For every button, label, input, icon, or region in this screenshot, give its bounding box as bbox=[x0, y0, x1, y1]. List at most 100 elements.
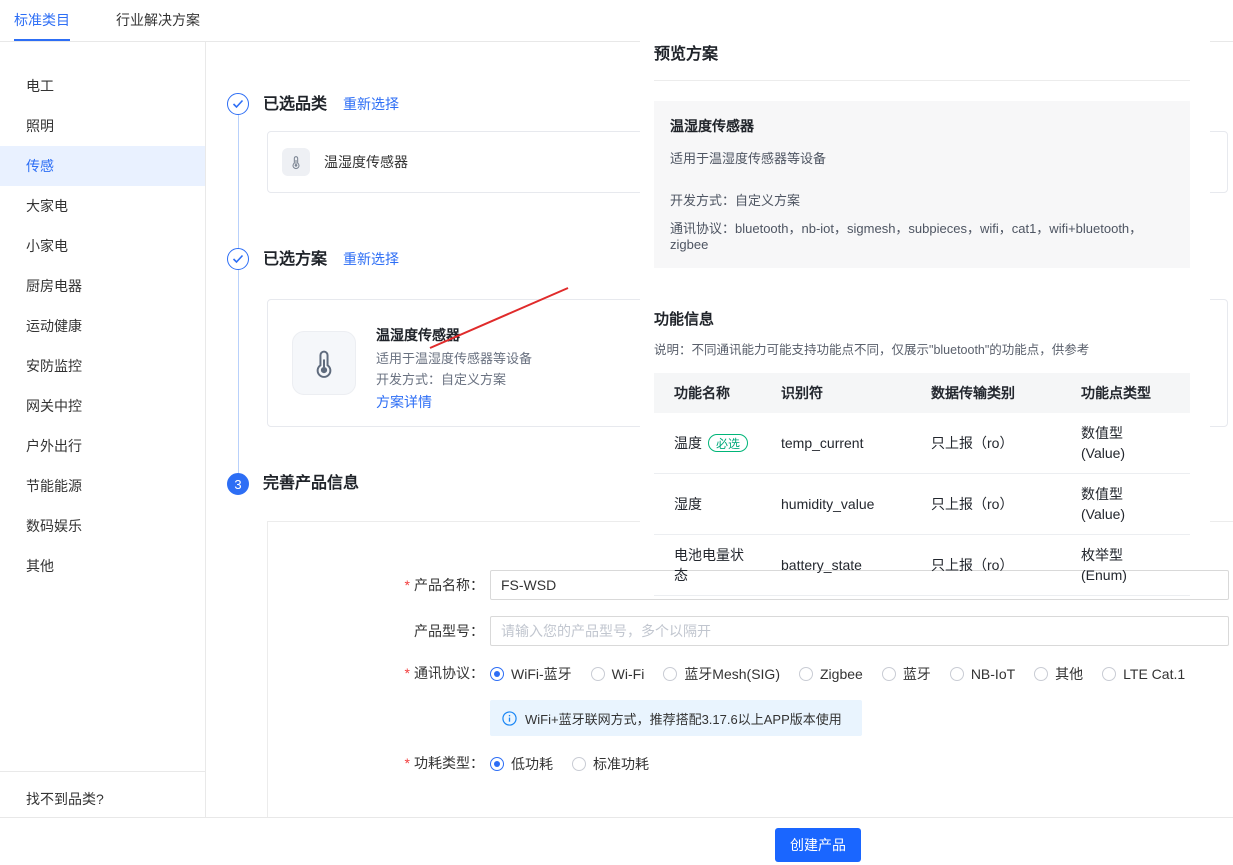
thermometer-icon bbox=[292, 331, 356, 395]
dp-name: 温度 bbox=[674, 433, 702, 453]
product-model-row: 产品型号： bbox=[268, 616, 1233, 646]
sidebar-item-sport-health[interactable]: 运动健康 bbox=[0, 306, 205, 346]
selected-category-name: 温湿度传感器 bbox=[324, 152, 408, 172]
dp-type: 枚举型(Enum) bbox=[1081, 545, 1190, 585]
step3-number-circle: 3 bbox=[227, 473, 249, 495]
protocol-radio-group: WiFi-蓝牙 Wi-Fi 蓝牙Mesh(SIG) Zigbee 蓝牙 NB-I… bbox=[490, 664, 1204, 684]
table-header-row: 功能名称 识别符 数据传输类别 功能点类型 bbox=[654, 373, 1190, 413]
sidebar-item-digital-entertainment[interactable]: 数码娱乐 bbox=[0, 506, 205, 546]
radio-dot bbox=[572, 757, 586, 771]
sidebar-item-sensing[interactable]: 传感 bbox=[0, 146, 205, 186]
radio-nbiot[interactable]: NB-IoT bbox=[950, 666, 1015, 682]
required-asterisk: * bbox=[405, 665, 410, 681]
solution-info: 温湿度传感器 适用于温湿度传感器等设备 开发方式：自定义方案 方案详情 bbox=[376, 325, 532, 413]
create-product-button[interactable]: 创建产品 bbox=[775, 828, 861, 862]
radio-dot bbox=[799, 667, 813, 681]
sidebar-item-gateway[interactable]: 网关中控 bbox=[0, 386, 205, 426]
sidebar-item-large-appliance[interactable]: 大家电 bbox=[0, 186, 205, 226]
sidebar-item-small-appliance[interactable]: 小家电 bbox=[0, 226, 205, 266]
sidebar-item-lighting[interactable]: 照明 bbox=[0, 106, 205, 146]
radio-standard-power[interactable]: 标准功耗 bbox=[572, 754, 649, 774]
radio-low-power[interactable]: 低功耗 bbox=[490, 754, 553, 774]
power-type-radio-group: 低功耗 标准功耗 bbox=[490, 754, 668, 774]
radio-dot bbox=[663, 667, 677, 681]
dp-transfer: 只上报（ro） bbox=[931, 494, 1081, 514]
drawer-title: 预览方案 bbox=[654, 0, 1190, 81]
step1-reselect-link[interactable]: 重新选择 bbox=[343, 96, 399, 112]
summary-dev-mode: 开发方式：自定义方案 bbox=[670, 190, 1174, 209]
radio-dot bbox=[490, 757, 504, 771]
check-icon bbox=[232, 96, 244, 112]
stepper-connector-line bbox=[238, 114, 239, 474]
radio-dot bbox=[591, 667, 605, 681]
category-list: 电工 照明 传感 大家电 小家电 厨房电器 运动健康 安防监控 网关中控 户外出… bbox=[0, 66, 205, 586]
table-row: 湿度 humidity_value 只上报（ro） 数值型(Value) bbox=[654, 474, 1190, 535]
function-info-title: 功能信息 bbox=[654, 308, 1190, 329]
step1-done-circle bbox=[227, 93, 249, 115]
dp-identifier: humidity_value bbox=[781, 496, 931, 512]
function-info-note: 说明：不同通讯能力可能支持功能点不同，仅展示"bluetooth"的功能点，供参… bbox=[654, 339, 1190, 358]
info-circle-icon bbox=[502, 711, 517, 726]
col-dp-type: 功能点类型 bbox=[1081, 383, 1190, 403]
radio-zigbee[interactable]: Zigbee bbox=[799, 666, 863, 682]
step2-done-circle bbox=[227, 248, 249, 270]
solution-dev-mode: 开发方式：自定义方案 bbox=[376, 369, 532, 390]
required-asterisk: * bbox=[405, 755, 410, 771]
dp-name: 湿度 bbox=[674, 494, 702, 514]
sidebar-item-outdoor[interactable]: 户外出行 bbox=[0, 426, 205, 466]
solution-desc: 适用于温湿度传感器等设备 bbox=[376, 348, 532, 369]
step3-title: 完善产品信息 bbox=[263, 475, 359, 492]
function-points-table: 功能名称 识别符 数据传输类别 功能点类型 温度必选 temp_current … bbox=[654, 373, 1190, 596]
radio-other[interactable]: 其他 bbox=[1034, 664, 1083, 684]
radio-wifi-bluetooth[interactable]: WiFi-蓝牙 bbox=[490, 664, 572, 684]
tab-industry-solution[interactable]: 行业解决方案 bbox=[116, 0, 200, 41]
table-row: 电池电量状态 battery_state 只上报（ro） 枚举型(Enum) bbox=[654, 535, 1190, 596]
sidebar-item-electrician[interactable]: 电工 bbox=[0, 66, 205, 106]
dp-type: 数值型(Value) bbox=[1081, 423, 1190, 463]
radio-dot bbox=[1034, 667, 1048, 681]
summary-name: 温湿度传感器 bbox=[670, 116, 1174, 136]
tab-standard-category[interactable]: 标准类目 bbox=[14, 0, 70, 41]
step1-header: 已选品类重新选择 bbox=[263, 93, 399, 115]
sidebar-item-security-monitor[interactable]: 安防监控 bbox=[0, 346, 205, 386]
preview-solution-drawer: 预览方案 温湿度传感器 适用于温湿度传感器等设备 开发方式：自定义方案 通讯协议… bbox=[640, 0, 1210, 562]
radio-dot bbox=[490, 667, 504, 681]
bottom-action-bar: 创建产品 bbox=[0, 817, 1233, 865]
col-transfer-type: 数据传输类别 bbox=[931, 383, 1081, 403]
summary-protocols: 通讯协议：bluetooth，nb-iot，sigmesh，subpieces，… bbox=[670, 218, 1174, 252]
power-type-label: *功耗类型： bbox=[268, 753, 484, 773]
solution-name: 温湿度传感器 bbox=[376, 325, 532, 346]
protocol-label: *通讯协议： bbox=[268, 663, 484, 683]
col-identifier: 识别符 bbox=[781, 383, 931, 403]
solution-summary-box: 温湿度传感器 适用于温湿度传感器等设备 开发方式：自定义方案 通讯协议：blue… bbox=[654, 101, 1190, 268]
step3-header: 完善产品信息 bbox=[263, 473, 359, 495]
dp-identifier: temp_current bbox=[781, 435, 931, 451]
power-type-row: *功耗类型： 低功耗 标准功耗 bbox=[268, 752, 1233, 774]
radio-dot bbox=[950, 667, 964, 681]
product-model-label: 产品型号： bbox=[268, 621, 484, 641]
step1-title: 已选品类 bbox=[263, 96, 327, 113]
radio-lte-cat1[interactable]: LTE Cat.1 bbox=[1102, 666, 1185, 682]
sidebar-item-others[interactable]: 其他 bbox=[0, 546, 205, 586]
step3-number: 3 bbox=[234, 478, 241, 491]
radio-bluetooth[interactable]: 蓝牙 bbox=[882, 664, 931, 684]
protocol-tip-text: WiFi+蓝牙联网方式，推荐搭配3.17.6以上APP版本使用 bbox=[525, 709, 842, 728]
required-asterisk: * bbox=[405, 577, 410, 593]
radio-wifi[interactable]: Wi-Fi bbox=[591, 666, 645, 682]
radio-dot bbox=[882, 667, 896, 681]
check-icon bbox=[232, 251, 244, 267]
dp-identifier: battery_state bbox=[781, 557, 931, 573]
dp-name: 电池电量状态 bbox=[674, 545, 752, 585]
radio-bluetooth-mesh-sig[interactable]: 蓝牙Mesh(SIG) bbox=[663, 664, 780, 684]
step2-header: 已选方案重新选择 bbox=[263, 248, 399, 270]
step2-reselect-link[interactable]: 重新选择 bbox=[343, 251, 399, 267]
sidebar-item-energy[interactable]: 节能能源 bbox=[0, 466, 205, 506]
dp-transfer: 只上报（ro） bbox=[931, 555, 1081, 575]
protocol-row: *通讯协议： WiFi-蓝牙 Wi-Fi 蓝牙Mesh(SIG) Zigbee … bbox=[268, 662, 1233, 684]
dp-type: 数值型(Value) bbox=[1081, 484, 1190, 524]
required-badge: 必选 bbox=[708, 434, 748, 452]
dp-transfer: 只上报（ro） bbox=[931, 433, 1081, 453]
product-model-input[interactable] bbox=[490, 616, 1229, 646]
solution-detail-link[interactable]: 方案详情 bbox=[376, 392, 432, 413]
sidebar-item-kitchen-appliance[interactable]: 厨房电器 bbox=[0, 266, 205, 306]
